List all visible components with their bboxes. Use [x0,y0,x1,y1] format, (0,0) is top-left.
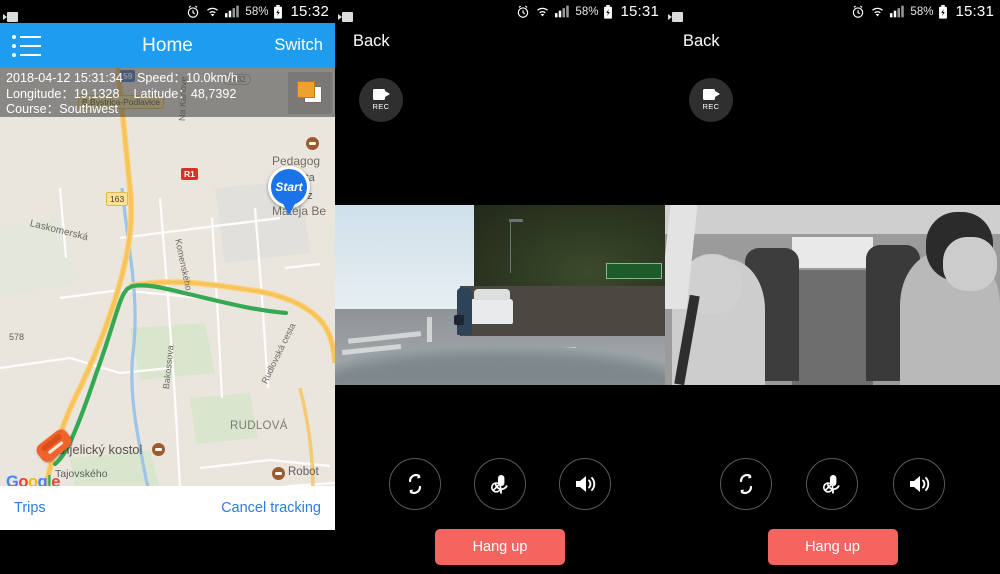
record-button-label: REC [372,102,390,111]
battery-charging-icon [273,4,283,19]
map-label: Robot [288,466,319,478]
signal-bars-icon [555,5,570,18]
record-button[interactable]: REC [689,78,733,122]
speaker-on-icon [909,476,930,492]
telemetry-overlay: 2018-04-12 15:31:34 Speed：10.0km/h Longi… [0,68,335,117]
call-controls [335,458,665,510]
speaker-button[interactable] [892,458,945,510]
microphone-muted-icon [823,475,841,494]
wifi-icon [870,5,885,18]
clock-label: 15:31 [620,3,659,20]
telemetry-speed: Speed：10.0km/h [136,71,238,85]
alarm-clock-icon [186,5,200,19]
road-shield: 578 [9,332,25,342]
start-marker-label: Start [275,180,303,194]
map-layers-button[interactable] [288,72,332,114]
clock-label: 15:31 [955,3,994,20]
clock-label: 15:32 [290,3,329,20]
telemetry-longitude: Longitude：19,1328 [6,86,120,101]
app-bar: Home Switch [0,23,335,68]
alarm-clock-icon [516,5,530,19]
status-bar: 58% 15:32 [0,0,335,23]
battery-charging-icon [603,4,613,19]
wifi-icon [535,5,550,18]
back-button[interactable]: Back [353,32,390,51]
video-stream-front[interactable] [335,205,665,385]
hang-up-button[interactable]: Hang up [435,529,565,565]
mute-microphone-button[interactable] [806,458,859,510]
record-button[interactable]: REC [359,78,403,122]
telemetry-timestamp: 2018-04-12 15:31:34 [6,71,123,85]
mute-microphone-button[interactable] [473,458,526,510]
panel-map-tracking: 58% 15:32 Home Switch R1 163 Pedagog Mat… [0,0,335,574]
poi-icon [272,467,285,480]
poi-icon [152,443,165,456]
call-controls [665,458,1000,510]
alarm-clock-icon [851,5,865,19]
battery-percent-label: 58% [245,5,269,18]
microphone-muted-icon [490,475,508,494]
camera-switch-icon [740,473,753,495]
map-view[interactable]: B.Bystrica-Podlavice 59 2432 Na Karlove … [0,68,335,530]
switch-camera-button[interactable] [720,458,773,510]
poi-icon [306,137,319,150]
cancel-tracking-button[interactable]: Cancel tracking [221,500,321,516]
wifi-icon [205,5,220,18]
list-menu-icon[interactable] [12,34,42,57]
hang-up-button[interactable]: Hang up [767,529,898,565]
battery-percent-label: 58% [910,5,934,18]
speaker-on-icon [575,476,595,492]
three-phone-screens: 58% 15:32 Home Switch R1 163 Pedagog Mat… [0,0,1000,574]
telemetry-course: Course：Southwest [6,102,118,117]
video-camera-icon [372,89,390,100]
trips-button[interactable]: Trips [14,500,46,516]
signal-bars-icon [890,5,905,18]
back-button[interactable]: Back [683,32,720,51]
video-camera-icon [702,89,720,100]
layers-icon [297,81,323,105]
road-shield: R1 [181,168,198,180]
status-bar: 58% 15:31 [335,0,665,23]
battery-percent-label: 58% [575,5,599,18]
speaker-button[interactable] [558,458,611,510]
camera-switch-icon [409,473,422,495]
switch-button[interactable]: Switch [274,36,323,55]
map-label: Tajovského [55,468,108,480]
record-button-label: REC [702,102,720,111]
start-marker[interactable]: Start [268,166,310,216]
status-bar: 58% 15:31 [665,0,1000,23]
battery-charging-icon [938,4,948,19]
video-stream-cabin[interactable] [665,205,1000,385]
switch-camera-button[interactable] [389,458,442,510]
panel-video-call-cabin: 58% 15:31 Back REC Hang up [665,0,1000,574]
signal-bars-icon [225,5,240,18]
map-bottom-bar: Trips Cancel tracking [0,486,335,530]
road-shield: 163 [106,192,129,206]
telemetry-latitude: Latitude：48,7392 [133,86,237,101]
map-label: RUDLOVÁ [230,420,288,432]
panel-video-call-front: 58% 15:31 Back REC Hang up [335,0,665,574]
